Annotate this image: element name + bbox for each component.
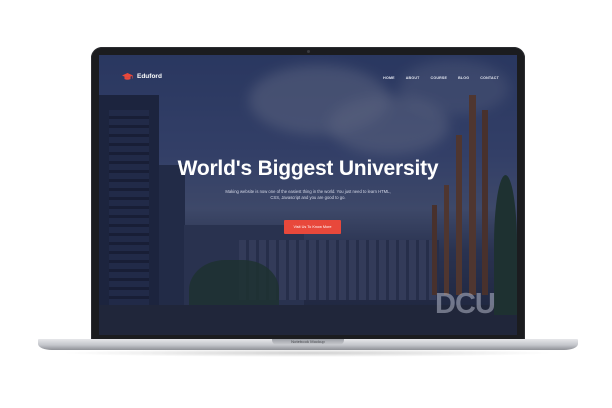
background-sign-text: DCU (435, 288, 496, 320)
laptop-notch: Notebook Mockup (272, 339, 344, 345)
webcam (306, 50, 310, 53)
nav-about[interactable]: ABOUT (406, 76, 420, 80)
mockup-caption: Notebook Mockup (291, 339, 325, 344)
graduation-cap-icon (122, 73, 133, 80)
nav-blog[interactable]: BLOG (458, 76, 469, 80)
top-nav: HOME ABOUT COURSE BLOG CONTACT (383, 76, 499, 80)
hero-subtitle: Making website is now one of the easiest… (225, 189, 391, 201)
nav-course[interactable]: COURSE (431, 76, 448, 80)
brand-name: Eduford (137, 73, 162, 80)
laptop-base: Notebook Mockup (38, 339, 578, 350)
laptop-lid: DCU Eduford HOME ABOUT COURSE BLOG CONTA… (91, 47, 525, 340)
nav-home[interactable]: HOME (383, 76, 395, 80)
laptop-screen: DCU Eduford HOME ABOUT COURSE BLOG CONTA… (99, 55, 517, 335)
nav-contact[interactable]: CONTACT (480, 76, 499, 80)
hero-title: World's Biggest University (177, 157, 439, 180)
brand-logo[interactable]: Eduford (122, 72, 162, 81)
laptop-shadow (60, 349, 556, 357)
visit-us-button[interactable]: Visit Us To Know More (284, 220, 341, 234)
